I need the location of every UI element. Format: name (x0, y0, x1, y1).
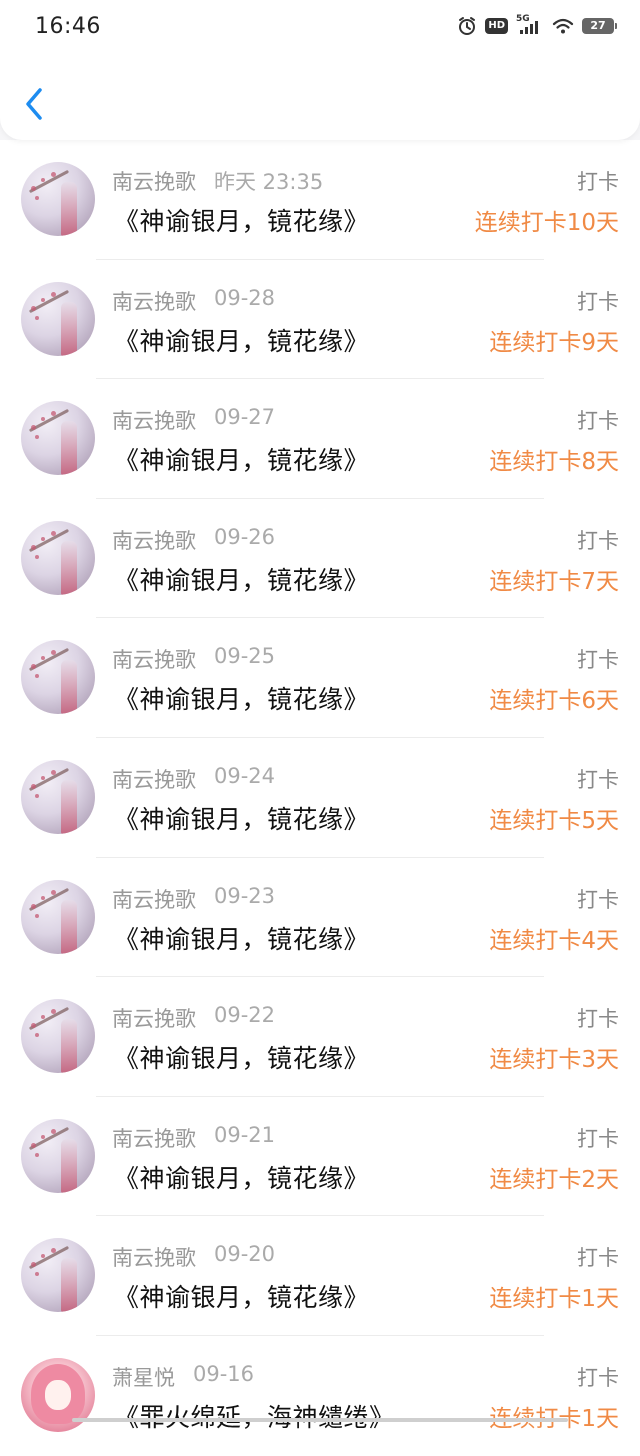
author-name: 南云挽歌 (112, 887, 196, 912)
author-name: 萧星悦 (112, 1365, 175, 1390)
streak-count: 连续打卡4天 (489, 927, 619, 954)
author-name: 南云挽歌 (112, 1007, 196, 1032)
post-date: 09-21 (214, 1122, 276, 1147)
list-item[interactable]: 南云挽歌 09-23 《神谕银月，镜花缘》 打卡连续打卡4天 (0, 858, 640, 978)
work-title: 《神谕银月，镜花缘》 (114, 685, 370, 715)
post-date: 09-23 (214, 883, 276, 908)
checkin-type: 打卡 (577, 409, 619, 434)
author-name: 南云挽歌 (112, 528, 196, 553)
work-title: 《神谕银月，镜花缘》 (114, 446, 370, 476)
work-title: 《罪火绵延，海神缱绻》 (114, 1398, 395, 1434)
checkin-type: 打卡 (577, 528, 619, 553)
wifi-icon (552, 17, 574, 35)
streak-count: 连续打卡3天 (489, 1047, 619, 1074)
avatar[interactable] (21, 879, 95, 954)
post-date: 09-24 (214, 763, 276, 788)
post-date: 09-26 (214, 524, 276, 549)
author-name: 南云挽歌 (112, 170, 196, 194)
streak-count: 连续打卡2天 (489, 1166, 619, 1193)
checkin-type: 打卡 (577, 170, 619, 194)
checkin-type: 打卡 (577, 887, 619, 912)
work-title: 《神谕银月，镜花缘》 (114, 207, 370, 236)
avatar[interactable] (21, 1118, 95, 1193)
work-title: 《神谕银月，镜花缘》 (114, 1283, 370, 1313)
checkin-type: 打卡 (577, 1246, 619, 1271)
checkin-type: 打卡 (577, 1365, 619, 1390)
avatar[interactable] (21, 281, 95, 356)
list-item[interactable]: 南云挽歌 昨天 23:35 《神谕银月，镜花缘》 打卡连续打卡10天 (0, 140, 640, 260)
checkin-list: 南云挽歌 昨天 23:35 《神谕银月，镜花缘》 打卡 连续打卡10天 南云挽歌 09-28… (0, 140, 640, 1456)
back-button[interactable] (18, 84, 52, 124)
status-time: 16:46 (35, 14, 101, 39)
status-icons: HD 5G 27 (457, 14, 617, 36)
checkin-type: 打卡 (577, 648, 619, 673)
list-item[interactable]: 南云挽歌 09-27 《神谕银月，镜花缘》 打卡连续打卡8天 (0, 379, 640, 499)
author-name: 南云挽歌 (112, 409, 196, 434)
checkin-type: 打卡 (577, 1126, 619, 1151)
author-name: 南云挽歌 (112, 289, 196, 314)
avatar[interactable] (21, 759, 95, 834)
work-title: 《神谕银月，镜花缘》 (114, 565, 370, 595)
avatar[interactable] (21, 162, 95, 236)
work-title: 《神谕银月，镜花缘》 (114, 924, 370, 954)
post-date: 09-27 (214, 405, 276, 430)
list-item[interactable]: 南云挽歌 09-28 《神谕银月，镜花缘》 打卡连续打卡9天 (0, 260, 640, 380)
checkin-type: 打卡 (577, 767, 619, 792)
hd-icon: HD (485, 18, 508, 34)
chevron-left-icon (26, 88, 42, 120)
list-item[interactable]: 南云挽歌 09-20 《神谕银月，镜花缘》 打卡连续打卡1天 (0, 1216, 640, 1336)
streak-count: 连续打卡1天 (489, 1405, 619, 1432)
checkin-type: 打卡 (577, 1007, 619, 1032)
streak-count: 连续打卡1天 (489, 1286, 619, 1313)
list-item[interactable]: 南云挽歌 09-21 《神谕银月，镜花缘》 打卡连续打卡2天 (0, 1097, 640, 1217)
post-date: 昨天 23:35 (214, 170, 324, 194)
header-bar: 16:46 HD 5G 27 (0, 0, 640, 140)
author-name: 南云挽歌 (112, 767, 196, 792)
list-item[interactable]: 南云挽歌 09-26 《神谕银月，镜花缘》 打卡连续打卡7天 (0, 499, 640, 619)
streak-count: 连续打卡6天 (489, 688, 619, 715)
avatar[interactable] (21, 401, 95, 476)
streak-count: 连续打卡5天 (489, 807, 619, 834)
alarm-icon (457, 16, 477, 36)
work-title: 《神谕银月，镜花缘》 (114, 804, 370, 834)
streak-count: 连续打卡8天 (489, 449, 619, 476)
avatar[interactable] (21, 520, 95, 595)
checkin-type: 打卡 (577, 289, 619, 314)
work-title: 《神谕银月，镜花缘》 (114, 326, 370, 356)
post-date: 09-28 (214, 285, 276, 310)
battery-icon: 27 (582, 18, 617, 34)
avatar[interactable] (21, 999, 95, 1074)
author-name: 南云挽歌 (112, 1126, 196, 1151)
work-title: 《神谕银月，镜花缘》 (114, 1044, 370, 1074)
home-indicator (72, 1418, 568, 1422)
avatar[interactable] (21, 1238, 95, 1313)
list-item[interactable]: 南云挽歌 09-22 《神谕银月，镜花缘》 打卡连续打卡3天 (0, 977, 640, 1097)
work-title: 《神谕银月，镜花缘》 (114, 1163, 370, 1193)
list-item[interactable]: 南云挽歌 09-25 《神谕银月，镜花缘》 打卡连续打卡6天 (0, 618, 640, 738)
post-date: 09-25 (214, 644, 276, 669)
avatar[interactable] (21, 640, 95, 715)
list-item[interactable]: 南云挽歌 09-24 《神谕银月，镜花缘》 打卡连续打卡5天 (0, 738, 640, 858)
post-date: 09-22 (214, 1003, 276, 1028)
signal-5g-icon: 5G (516, 14, 544, 36)
author-name: 南云挽歌 (112, 1246, 196, 1271)
streak-count: 连续打卡9天 (489, 329, 619, 356)
streak-count: 连续打卡10天 (474, 210, 619, 236)
list-item[interactable]: 萧星悦 09-16 《罪火绵延，海神缱绻》 打卡连续打卡1天 (0, 1336, 640, 1456)
streak-count: 连续打卡7天 (489, 568, 619, 595)
post-date: 09-16 (193, 1361, 255, 1386)
author-name: 南云挽歌 (112, 648, 196, 673)
post-date: 09-20 (214, 1242, 276, 1267)
